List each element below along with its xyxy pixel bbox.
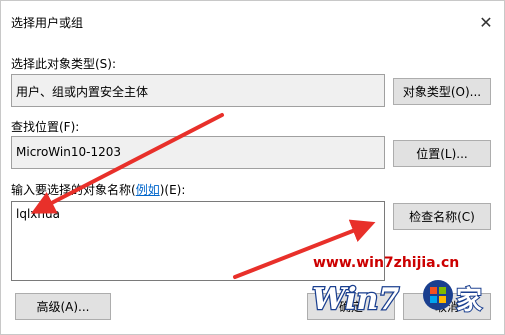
- object-names-value: lqlxhua: [16, 207, 60, 221]
- check-names-button-label: 检查名称(C): [409, 210, 475, 224]
- object-type-field: 用户、组或内置安全主体: [11, 74, 385, 107]
- location-value: MicroWin10-1203: [16, 145, 121, 159]
- object-type-label: 选择此对象类型(S):: [11, 57, 117, 71]
- check-names-button[interactable]: 检查名称(C): [393, 203, 491, 230]
- object-type-value: 用户、组或内置安全主体: [16, 85, 149, 99]
- dialog-title: 选择用户或组: [11, 16, 84, 30]
- locations-button[interactable]: 位置(L)...: [393, 140, 491, 167]
- watermark-url: www.win7zhijia.cn: [313, 255, 460, 271]
- locations-button-label: 位置(L)...: [416, 147, 468, 161]
- object-types-button[interactable]: 对象类型(O)...: [393, 78, 491, 105]
- advanced-button[interactable]: 高级(A)...: [15, 293, 111, 320]
- logo-text: Win7: [312, 282, 399, 317]
- win7-logo-icon: Win7 家: [311, 280, 483, 318]
- location-field: MicroWin10-1203: [11, 136, 385, 169]
- examples-link[interactable]: 例如: [136, 183, 160, 197]
- object-names-label-prefix: 输入要选择的对象名称(: [11, 183, 136, 197]
- logo-suffix: 家: [456, 285, 482, 316]
- location-label: 查找位置(F):: [11, 120, 80, 134]
- object-names-label-suffix: )(E):: [159, 183, 186, 197]
- object-names-label: 输入要选择的对象名称(例如)(E):: [11, 181, 185, 198]
- object-types-button-label: 对象类型(O)...: [402, 85, 482, 99]
- title-bar: 选择用户或组 ✕: [1, 1, 504, 39]
- advanced-button-label: 高级(A)...: [36, 300, 90, 314]
- close-button[interactable]: ✕: [475, 11, 497, 33]
- close-icon: ✕: [479, 12, 493, 32]
